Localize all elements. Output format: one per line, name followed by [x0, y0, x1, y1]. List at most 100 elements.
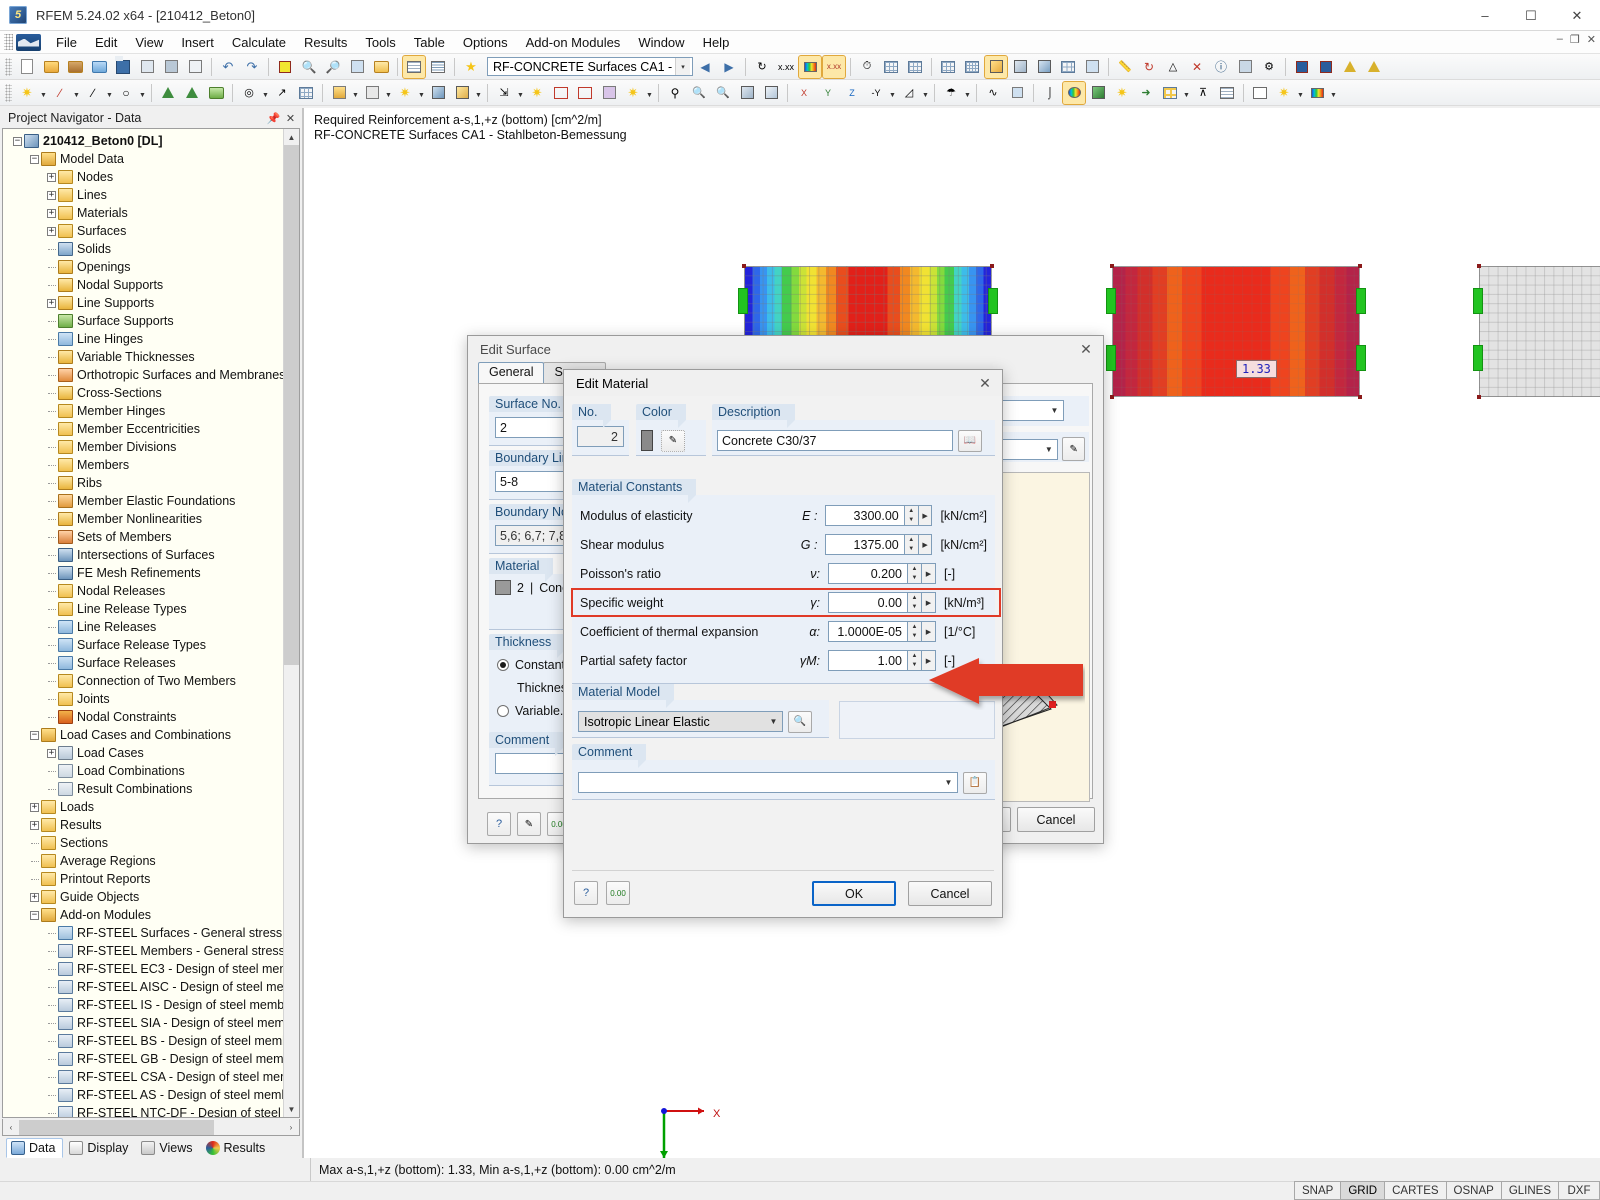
chevron-down-icon[interactable]: ▾	[675, 58, 690, 75]
tree-item-load-cases[interactable]: +Load Cases	[3, 744, 283, 762]
menu-edit[interactable]: Edit	[86, 32, 126, 53]
menu-addon-modules[interactable]: Add-on Modules	[517, 32, 630, 53]
edit-material-cancel-button[interactable]: Cancel	[908, 881, 992, 906]
mdi-close-button[interactable]: ✕	[1587, 33, 1596, 46]
insert-division-button[interactable]	[295, 82, 317, 104]
tree-item-rf-steel-members-general-stress-an[interactable]: RF-STEEL Members - General stress an	[3, 942, 283, 960]
new-file-button[interactable]	[16, 56, 38, 78]
expand-icon[interactable]: +	[28, 816, 41, 834]
spinner-up-down-icon[interactable]: ▲▼	[908, 592, 922, 613]
printout-report-button[interactable]	[1249, 82, 1271, 104]
tree-item-printout-reports[interactable]: Printout Reports	[3, 870, 283, 888]
tree-item-result-combinations[interactable]: Result Combinations	[3, 780, 283, 798]
mesh-settings-button[interactable]	[961, 56, 983, 78]
menu-insert[interactable]: Insert	[172, 32, 223, 53]
zoom-in-button[interactable]: 🔍	[298, 56, 320, 78]
minimize-button[interactable]: –	[1462, 0, 1508, 31]
tree-item-surface-supports[interactable]: Surface Supports	[3, 312, 283, 330]
nodal-support-insert-button[interactable]	[157, 82, 179, 104]
tree-item-nodal-supports[interactable]: Nodal Supports	[3, 276, 283, 294]
menu-view[interactable]: View	[126, 32, 172, 53]
tree-item-openings[interactable]: Openings	[3, 258, 283, 276]
material-model-select[interactable]: Isotropic Linear Elastic ▼	[578, 711, 783, 732]
expand-icon[interactable]: +	[45, 222, 58, 240]
spinner-more-icon[interactable]: ▶	[919, 534, 933, 555]
render-mode-button[interactable]: ☂	[940, 82, 962, 104]
edit-material-title-bar[interactable]: Edit Material ✕	[564, 370, 1002, 396]
spinner-more-icon[interactable]: ▶	[922, 592, 936, 613]
material-constant-input[interactable]: 3300.00	[825, 505, 904, 526]
save-button[interactable]	[112, 56, 134, 78]
result-table-button[interactable]	[1006, 82, 1028, 104]
table-view-button[interactable]	[427, 56, 449, 78]
menu-file[interactable]: File	[47, 32, 86, 53]
close-button[interactable]: ✕	[1554, 0, 1600, 31]
insert-free-load-button[interactable]	[598, 82, 620, 104]
tree-item-orthotropic-surfaces-and-membranes[interactable]: Orthotropic Surfaces and Membranes	[3, 366, 283, 384]
calculate-button[interactable]	[274, 56, 296, 78]
spinner-up-down-icon[interactable]: ▲▼	[905, 505, 919, 526]
maximize-button[interactable]: ☐	[1508, 0, 1554, 31]
menu-table[interactable]: Table	[405, 32, 454, 53]
view-neg-y-button[interactable]: -Y	[865, 82, 887, 104]
perspective-view-button[interactable]	[760, 82, 782, 104]
help-icon[interactable]: ?	[487, 812, 511, 836]
snap-toggle-glines[interactable]: GLINES	[1501, 1181, 1559, 1200]
tree-item-line-releases[interactable]: Line Releases	[3, 618, 283, 636]
load-case-combo[interactable]: RF-CONCRETE Surfaces CA1 - Stahlbet ▾	[487, 57, 693, 76]
tree-item-variable-thicknesses[interactable]: Variable Thicknesses	[3, 348, 283, 366]
tree-item-solids[interactable]: Solids	[3, 240, 283, 258]
edit-material-ok-button[interactable]: OK	[812, 881, 896, 906]
insert-member-button[interactable]: ∕	[82, 82, 104, 104]
tree-item-line-supports[interactable]: +Line Supports	[3, 294, 283, 312]
copy-icon[interactable]: 📋	[963, 772, 987, 794]
expand-icon[interactable]: +	[45, 168, 58, 186]
color-scale-button[interactable]	[1063, 82, 1085, 104]
result-curve-button[interactable]: ∿	[982, 82, 1004, 104]
settings-button[interactable]: ⚙	[1258, 56, 1280, 78]
mirror-button[interactable]: △	[1162, 56, 1184, 78]
insert-load-button[interactable]: ✷	[526, 82, 548, 104]
navigator-tab-display[interactable]: Display	[65, 1139, 135, 1157]
insert-surface-button[interactable]	[328, 82, 350, 104]
spinner-up-down-icon[interactable]: ▲▼	[908, 650, 922, 671]
import-button[interactable]	[88, 56, 110, 78]
material-no-input[interactable]: 2	[577, 426, 624, 447]
deformation-view-button[interactable]: ⌡	[1039, 82, 1061, 104]
tree-item-cross-sections[interactable]: Cross-Sections	[3, 384, 283, 402]
insert-eccentricity-button[interactable]: ↗	[271, 82, 293, 104]
units-icon[interactable]: 0.00	[606, 881, 630, 905]
redo-button[interactable]: ↷	[241, 56, 263, 78]
tree-item-nodes[interactable]: +Nodes	[3, 168, 283, 186]
tables-button[interactable]	[403, 56, 425, 78]
material-color-swatch[interactable]	[641, 430, 653, 451]
expand-icon[interactable]: +	[45, 204, 58, 222]
menu-help[interactable]: Help	[694, 32, 739, 53]
tree-item-member-elastic-foundations[interactable]: Member Elastic Foundations	[3, 492, 283, 510]
next-case-button[interactable]: ▶	[718, 56, 740, 78]
tree-item-rf-steel-as-design-of-steel-member[interactable]: RF-STEEL AS - Design of steel member	[3, 1086, 283, 1104]
snap-toggle-cartes[interactable]: CARTES	[1384, 1181, 1446, 1200]
view-x-button[interactable]: X	[793, 82, 815, 104]
load-down-button[interactable]	[1291, 56, 1313, 78]
material-constant-input[interactable]: 1.00	[828, 650, 908, 671]
section-result-button[interactable]: ⊼	[1192, 82, 1214, 104]
tree-item-ribs[interactable]: Ribs	[3, 474, 283, 492]
insert-imperfection-button[interactable]: ✷	[622, 82, 644, 104]
tree-item-rf-steel-surfaces-general-stress-ana[interactable]: RF-STEEL Surfaces - General stress ana	[3, 924, 283, 942]
open-file-button[interactable]	[40, 56, 62, 78]
show-results-button[interactable]	[799, 56, 821, 78]
result-arrow-button[interactable]: ➜	[1135, 82, 1157, 104]
spinner-up-down-icon[interactable]: ▲▼	[908, 563, 922, 584]
scroll-track[interactable]	[284, 145, 299, 1101]
snap-toggle-osnap[interactable]: OSNAP	[1446, 1181, 1502, 1200]
view-y-button[interactable]: Y	[817, 82, 839, 104]
insert-set-button[interactable]	[451, 82, 473, 104]
tree-item-member-nonlinearities[interactable]: Member Nonlinearities	[3, 510, 283, 528]
new-window-button[interactable]	[370, 56, 392, 78]
snap-toggle-grid[interactable]: GRID	[1340, 1181, 1385, 1200]
surface-support-insert-button[interactable]	[205, 82, 227, 104]
tree-item-rf-steel-aisc-design-of-steel-memb[interactable]: RF-STEEL AISC - Design of steel memb	[3, 978, 283, 996]
tree-item-lines[interactable]: +Lines	[3, 186, 283, 204]
tree-item-surface-releases[interactable]: Surface Releases	[3, 654, 283, 672]
